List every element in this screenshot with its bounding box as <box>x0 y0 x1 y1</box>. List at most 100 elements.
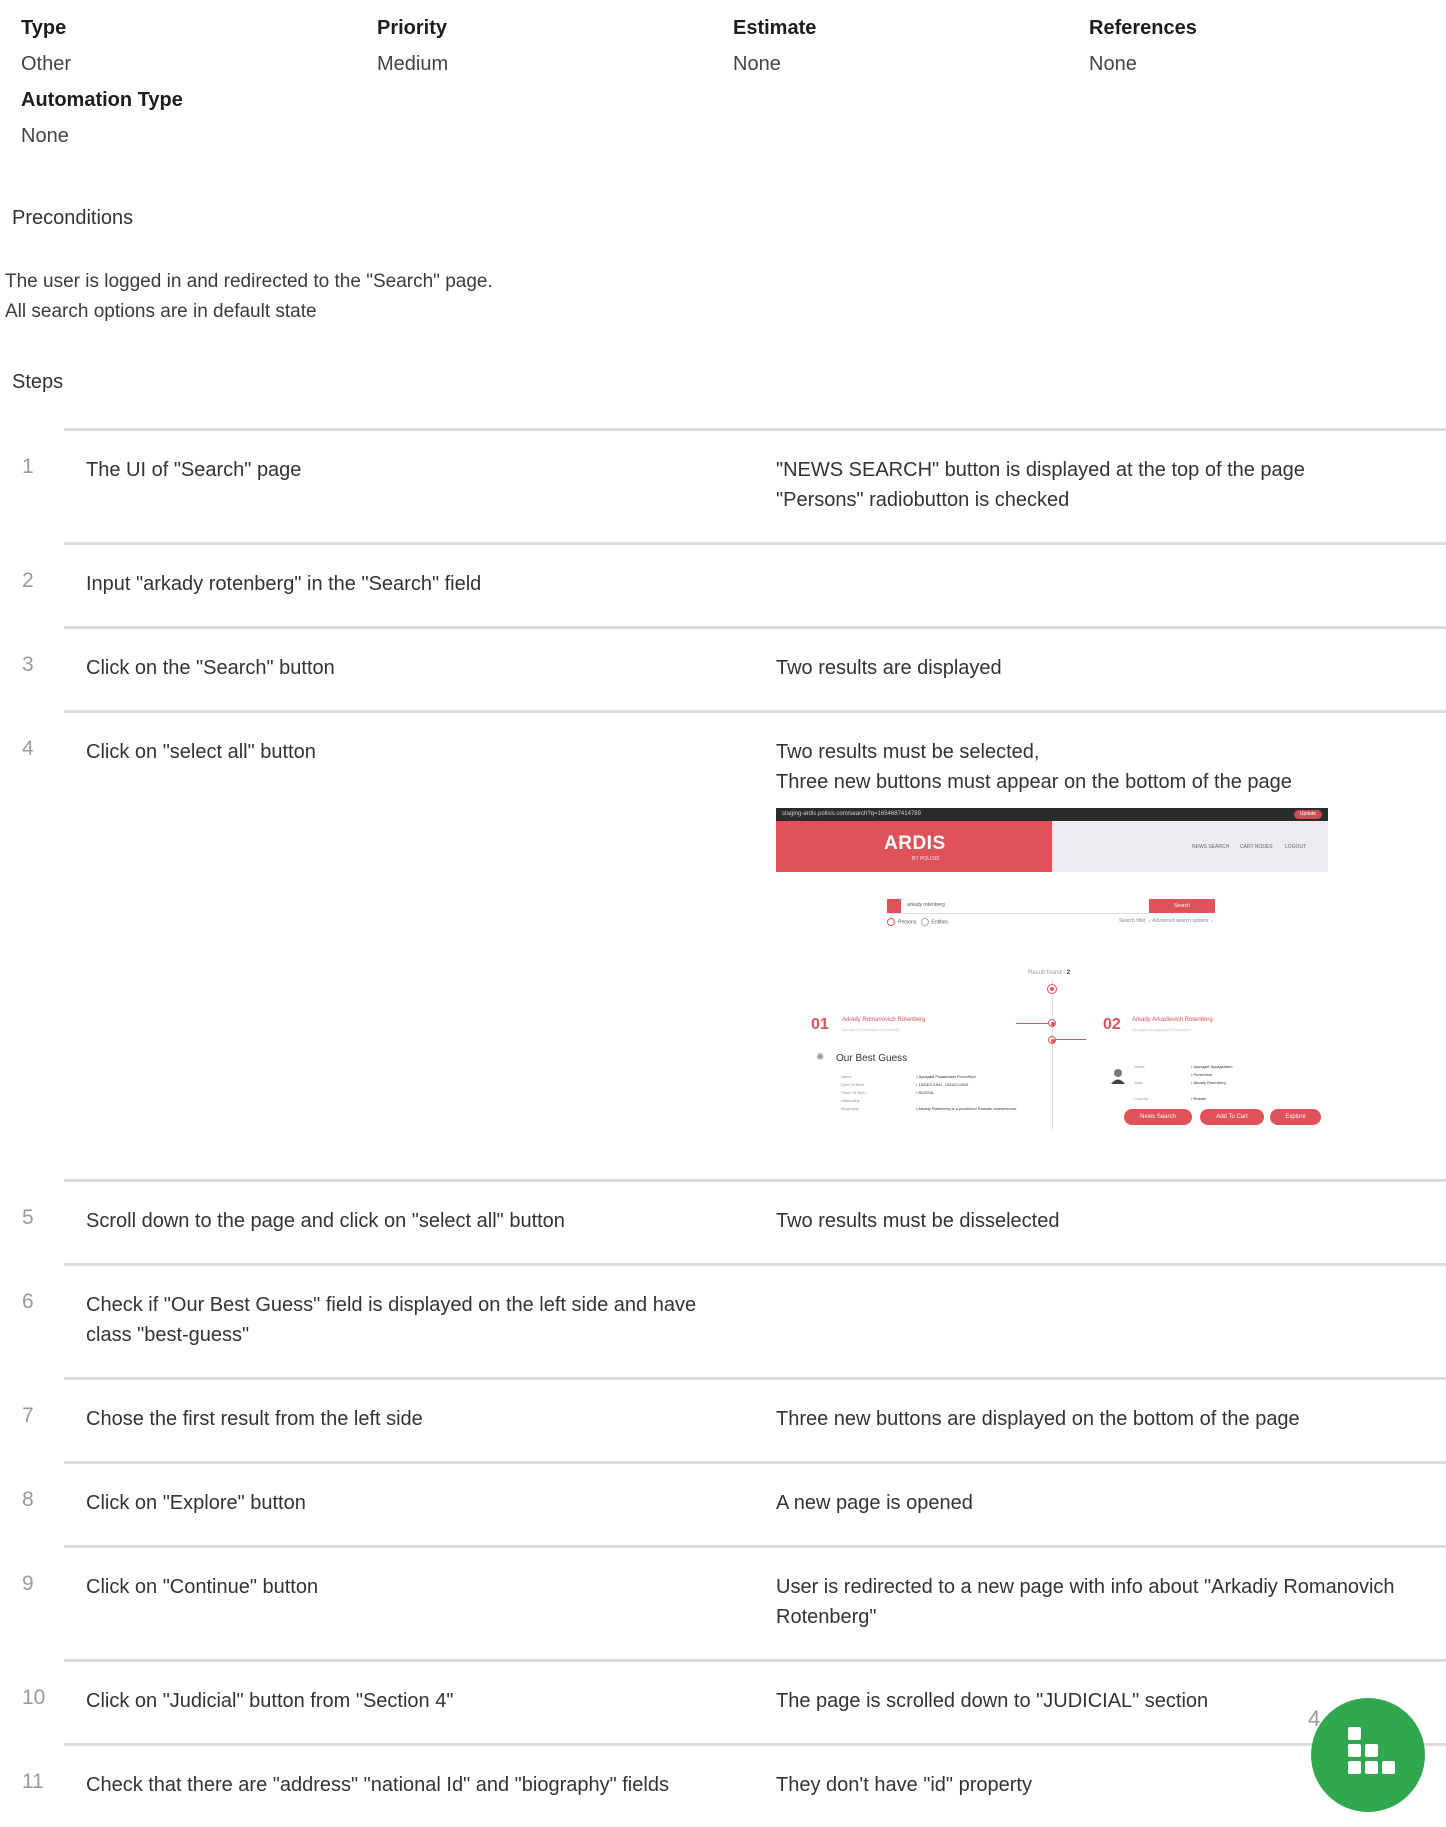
step-number: 1 <box>22 455 34 478</box>
step-action: Click on "Judicial" button from "Section… <box>86 1690 454 1712</box>
connector-line <box>1056 1039 1086 1040</box>
step-expected-result: The page is scrolled down to "JUDICIAL" … <box>776 1690 1209 1712</box>
references-field: References None <box>1089 0 1197 82</box>
best-guess-labels: Name Date Of Birth Place Of Birth Nationali… <box>841 1074 866 1111</box>
result-1-subname: Аркадий Романович Ротенберг <box>842 1027 900 1032</box>
step-action: Click on "select all" button <box>86 741 316 763</box>
step-number: 6 <box>22 1290 34 1313</box>
ardis-search-text: arkady rotenberg <box>907 902 945 908</box>
nav-news-search: NEWS SEARCH <box>1192 844 1230 850</box>
person-icon <box>887 899 901 913</box>
ardis-banner: ARDIS BY POLISIS <box>776 821 1052 872</box>
result-1-number: 01 <box>811 1016 829 1033</box>
step-number: 5 <box>22 1206 34 1229</box>
step-number: 9 <box>22 1572 34 1595</box>
add-to-cart-button: Add To Cart <box>1200 1109 1264 1125</box>
step-action: Click on "Continue" button <box>86 1576 319 1598</box>
timeline-dot <box>1048 1019 1056 1027</box>
nav-cart-nodes: CART NODES <box>1240 844 1273 850</box>
step-action: Click on "Explore" button <box>86 1492 306 1514</box>
step-action: The UI of "Search" page <box>86 459 302 481</box>
step-row: 5 Scroll down to the page and click on "… <box>22 1179 1446 1263</box>
step-action: Check if "Our Best Guess" field is displ… <box>86 1294 697 1346</box>
result-1-name: Arkady Romanovich Rotenberg <box>842 1017 926 1023</box>
step-number: 11 <box>22 1770 44 1793</box>
step-action: Click on the "Search" button <box>86 657 335 679</box>
estimate-label: Estimate <box>733 17 817 39</box>
nav-logout: LOGOUT <box>1285 844 1307 850</box>
priority-label: Priority <box>377 17 448 39</box>
estimate-field: Estimate None <box>733 0 816 82</box>
steps-list: 1 The UI of "Search" page "NEWS SEARCH" … <box>0 428 1446 1827</box>
step-number: 3 <box>22 653 34 676</box>
step-expected-result: Two results are displayed <box>776 657 1002 679</box>
estimate-value: None <box>733 53 781 75</box>
ardis-search-button: Search <box>1149 899 1215 913</box>
type-label: Type <box>21 17 67 39</box>
avatar-icon <box>1111 1069 1125 1084</box>
timeline-dot <box>1047 984 1057 994</box>
radio-icon <box>920 918 929 926</box>
ardis-search-options: Search filter ⌄ Advanced search options … <box>1119 918 1215 924</box>
step-row: 11 Check that there are "address" "natio… <box>22 1743 1446 1827</box>
step-number: 10 <box>22 1686 46 1709</box>
result-found-count: 2 <box>1066 970 1071 976</box>
references-value: None <box>1089 53 1137 75</box>
ardis-radio-group: Persons Entities <box>887 918 948 926</box>
step-row: 8 Click on "Explore" button A new page i… <box>22 1461 1446 1545</box>
step-row: 9 Click on "Continue" button User is red… <box>22 1545 1446 1659</box>
explore-button: Explore <box>1270 1109 1321 1125</box>
type-field: Type Other <box>21 0 71 82</box>
step-number: 4 <box>22 737 34 760</box>
step-expected-result: "NEWS SEARCH" button is displayed at the… <box>776 459 1305 511</box>
step-row: 7 Chose the first result from the left s… <box>22 1377 1446 1461</box>
step-expected-result: Three new buttons are displayed on the b… <box>776 1408 1300 1430</box>
ardis-search-field: arkady rotenberg Search <box>887 899 1215 914</box>
timeline-line <box>1052 980 1053 1130</box>
radio-persons-label: Persons <box>898 919 917 926</box>
step-row: 2 Input "arkady rotenberg" in the "Searc… <box>22 542 1446 626</box>
step-action: Scroll down to the page and click on "se… <box>86 1210 565 1232</box>
step-action: Input "arkady rotenberg" in the "Search"… <box>86 573 482 595</box>
step-number: 8 <box>22 1488 34 1511</box>
result-2-labels: Name Alias Country <box>1134 1064 1149 1101</box>
result-2-name: Arkady Arkadievich Rotenberg <box>1132 1017 1213 1023</box>
ardis-logo-sub: BY POLISIS <box>912 856 940 862</box>
radio-icon <box>887 918 895 926</box>
news-search-button: News Search <box>1124 1109 1192 1125</box>
result-found: Result found : 2 <box>1028 970 1070 976</box>
browser-url-bar: staging-ardis.polisis.com/search?q=16546… <box>776 808 1328 821</box>
ardis-top-nav: NEWS SEARCH CART NODES LOGOUT <box>1052 821 1328 872</box>
step-row: 10 Click on "Judicial" button from "Sect… <box>22 1659 1446 1743</box>
step-number: 2 <box>22 569 34 592</box>
radio-entities-label: Entities <box>931 919 948 926</box>
result-2-subname: Аркадий Аркадьевич Ротенберг <box>1132 1027 1192 1032</box>
automation-type-value: None <box>21 125 69 147</box>
attached-screenshot: staging-ardis.polisis.com/search?q=16546… <box>776 808 1328 1137</box>
preconditions-text: The user is logged in and redirected to … <box>5 267 493 327</box>
browser-url: staging-ardis.polisis.com/search?q=16546… <box>782 811 921 817</box>
best-guess-title: Our Best Guess <box>836 1053 908 1064</box>
step-row: 4 Click on "select all" button Two resul… <box>22 710 1446 1179</box>
help-widget-button[interactable] <box>1311 1698 1425 1812</box>
timeline-dot <box>1048 1036 1056 1044</box>
precondition-line: The user is logged in and redirected to … <box>5 271 493 292</box>
ardis-logo: ARDIS <box>884 833 946 854</box>
preconditions-title: Preconditions <box>12 207 134 229</box>
result-found-label: Result found : <box>1028 970 1067 976</box>
step-expected-result: A new page is opened <box>776 1492 973 1514</box>
references-label: References <box>1089 17 1197 39</box>
step-expected-result: Two results must be selected, Three new … <box>776 741 1292 793</box>
step-row: 6 Check if "Our Best Guess" field is dis… <box>22 1263 1446 1377</box>
step-expected-result: User is redirected to a new page with in… <box>776 1576 1395 1628</box>
lightbulb-icon: ✺ <box>816 1052 825 1063</box>
step-row: 1 The UI of "Search" page "NEWS SEARCH" … <box>22 428 1446 542</box>
step-row: 3 Click on the "Search" button Two resul… <box>22 626 1446 710</box>
browser-update-badge: Update <box>1293 810 1322 819</box>
priority-field: Priority Medium <box>377 0 448 82</box>
precondition-line: All search options are in default state <box>5 301 317 322</box>
result-2-values: • Аркадий Аркадьевич • Ротенберг • Arkady … <box>1191 1064 1233 1101</box>
connector-line <box>1016 1023 1048 1024</box>
step-expected-result: Two results must be disselected <box>776 1210 1060 1232</box>
best-guess-values: • Аркадий Романович Ротенберг • 15/DEC/19… <box>916 1074 1018 1111</box>
